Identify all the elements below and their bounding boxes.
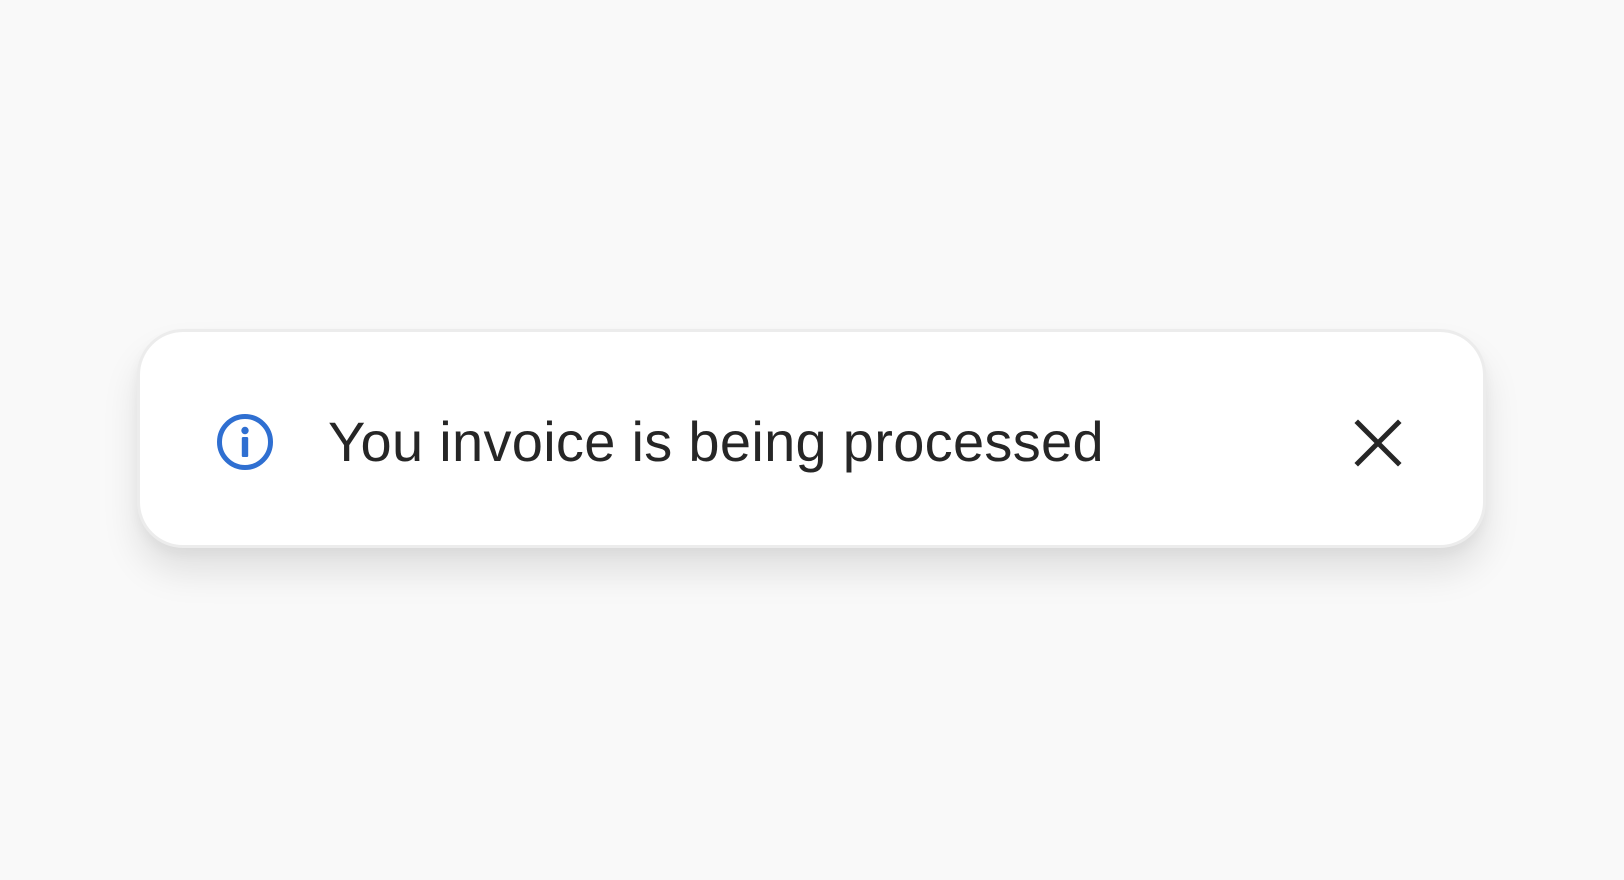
notification-toast: You invoice is being processed — [137, 329, 1486, 548]
page-background: You invoice is being processed — [0, 0, 1624, 880]
close-icon — [1354, 419, 1402, 467]
toast-message: You invoice is being processed — [328, 410, 1104, 473]
close-button[interactable] — [1348, 413, 1408, 473]
info-icon — [217, 414, 273, 470]
